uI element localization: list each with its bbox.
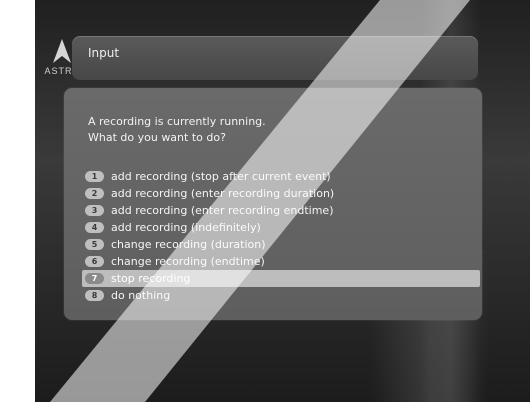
option-change-recording-duration[interactable]: 5 change recording (duration) — [82, 236, 480, 253]
number-badge: 1 — [85, 171, 104, 182]
option-add-recording-endtime[interactable]: 3 add recording (enter recording endtime… — [82, 202, 480, 219]
option-add-recording-stop-after-event[interactable]: 1 add recording (stop after current even… — [82, 168, 480, 185]
option-label: do nothing — [111, 289, 171, 302]
number-badge: 7 — [85, 273, 104, 284]
dialog-message: A recording is currently running. What d… — [88, 114, 266, 146]
option-stop-recording[interactable]: 7 stop recording — [82, 270, 480, 287]
option-add-recording-indefinitely[interactable]: 4 add recording (indefinitely) — [82, 219, 480, 236]
number-badge: 2 — [85, 188, 104, 199]
message-line-2: What do you want to do? — [88, 131, 226, 144]
option-label: add recording (enter recording duration) — [111, 187, 335, 200]
options-list: 1 add recording (stop after current even… — [82, 168, 480, 304]
option-label: add recording (indefinitely) — [111, 221, 261, 234]
option-label: change recording (endtime) — [111, 255, 265, 268]
astra-triangle-icon — [53, 39, 71, 63]
option-label: add recording (stop after current event) — [111, 170, 331, 183]
option-label: stop recording — [111, 272, 191, 285]
option-label: change recording (duration) — [111, 238, 266, 251]
recording-dialog: A recording is currently running. What d… — [64, 88, 482, 320]
option-label: add recording (enter recording endtime) — [111, 204, 334, 217]
number-badge: 5 — [85, 239, 104, 250]
option-change-recording-endtime[interactable]: 6 change recording (endtime) — [82, 253, 480, 270]
option-do-nothing[interactable]: 8 do nothing — [82, 287, 480, 304]
number-badge: 4 — [85, 222, 104, 233]
option-add-recording-duration[interactable]: 2 add recording (enter recording duratio… — [82, 185, 480, 202]
number-badge: 6 — [85, 256, 104, 267]
header-bar: Input — [72, 36, 478, 80]
message-line-1: A recording is currently running. — [88, 115, 266, 128]
number-badge: 8 — [85, 290, 104, 301]
window-title: Input — [88, 46, 120, 60]
number-badge: 3 — [85, 205, 104, 216]
